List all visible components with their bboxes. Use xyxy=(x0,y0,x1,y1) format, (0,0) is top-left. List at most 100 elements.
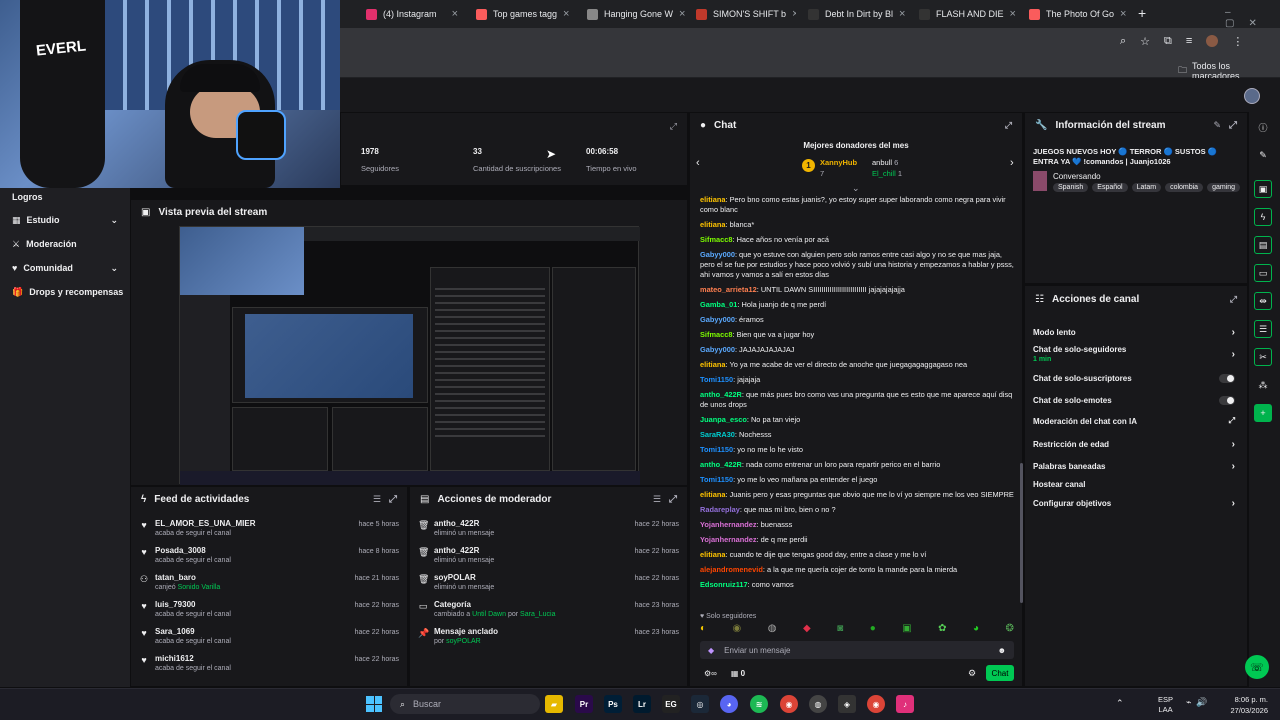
tag-chip[interactable]: Español xyxy=(1092,183,1128,192)
browser-tab[interactable]: (4) Instagram × xyxy=(358,3,466,25)
chat-username[interactable]: Sifmacc8 xyxy=(700,235,732,244)
chat-message[interactable]: Gamba_01: Hola juanjo de q me perdí xyxy=(700,300,1016,310)
clock[interactable]: 8:06 p. m. 27/03/2026 xyxy=(1222,694,1268,716)
chat-username[interactable]: Gamba_01 xyxy=(700,300,737,309)
tools-icon[interactable]: ✂ xyxy=(1254,348,1272,366)
list-icon[interactable]: ☰ xyxy=(1254,320,1272,338)
chat-username[interactable]: alejandromenevid xyxy=(700,565,763,574)
tag-chip[interactable]: gaming xyxy=(1207,183,1241,192)
sidebar-item-estudio[interactable]: ▦ Estudio ⌄ xyxy=(0,210,130,230)
spotify-icon[interactable]: ≋ xyxy=(750,695,768,713)
mod-tools-icon[interactable]: ⚙∞ xyxy=(704,669,717,678)
chat-message[interactable]: Juanpa_esco: No pa tan viejo xyxy=(700,415,1016,425)
photoshop-icon[interactable]: Ps xyxy=(604,695,622,713)
emote-picker-icon[interactable]: ☻ xyxy=(998,646,1006,655)
chat-icon[interactable]: ▭ xyxy=(1254,264,1272,282)
chat-username[interactable]: antho_422R xyxy=(700,390,742,399)
chat-username[interactable]: Radareplay xyxy=(700,505,740,514)
chat-message[interactable]: Sifmacc8: Bien que va a jugar hoy xyxy=(700,330,1016,340)
bookmark-star-icon[interactable]: ☆ xyxy=(1140,35,1150,48)
chat-message[interactable]: alejandromenevid: a la que me quería coj… xyxy=(700,565,1016,575)
app-pink-icon[interactable]: ♪ xyxy=(896,695,914,713)
feed-item[interactable]: 📌 Mensaje anclado por soyPOLAR hace 23 hora… xyxy=(418,627,679,653)
zoom-icon[interactable]: ⌕ xyxy=(1120,35,1126,48)
chat-message[interactable]: elitiana: Juanis pero y esas preguntas q… xyxy=(700,490,1016,500)
chat-username[interactable]: elitiana xyxy=(700,490,725,499)
channel-action-7[interactable]: Hostear canal xyxy=(1033,476,1235,492)
obs-icon[interactable]: ◍ xyxy=(809,695,827,713)
start-button[interactable] xyxy=(366,696,382,712)
popout-icon[interactable]: ⤢ xyxy=(1230,294,1237,305)
browser-tab[interactable]: The Photo Of Go × xyxy=(1021,3,1129,25)
chrome-icon[interactable]: ◉ xyxy=(780,695,798,713)
chat-username[interactable]: Gabyy000 xyxy=(700,250,735,259)
channel-action-6[interactable]: Palabras baneadas › xyxy=(1033,458,1235,474)
feed-item[interactable]: 🗑 soyPOLAR eliminó un mensaje hace 22 horas xyxy=(418,573,679,599)
chat-message[interactable]: mateo_arrieta12: UNTIL DAWN SIIIIIIIIIII… xyxy=(700,285,1016,295)
popout-icon[interactable]: ⤢ xyxy=(1005,120,1012,131)
chat-username[interactable]: elitiana xyxy=(700,220,725,229)
tray-icons[interactable]: ⌁🔊 xyxy=(1186,697,1213,708)
channel-action-2[interactable]: Chat de solo-suscriptores xyxy=(1033,370,1235,386)
channel-action-3[interactable]: Chat de solo-emotes xyxy=(1033,392,1235,408)
chat-username[interactable]: Yojanhernandez xyxy=(700,535,757,544)
chat-message[interactable]: Gabyy000: que yo estuve con alguien pero… xyxy=(700,250,1016,280)
profile-avatar[interactable] xyxy=(1206,35,1219,47)
feed-item[interactable]: ♥ Posada_3008 acaba de seguir el canal hace… xyxy=(139,546,399,572)
feed-item[interactable]: 🗑 antho_422R eliminó un mensaje hace 22 hor… xyxy=(418,546,679,572)
close-tab-icon[interactable]: × xyxy=(1120,8,1126,20)
donor-1[interactable]: XannyHub 7 xyxy=(820,157,857,179)
chat-message[interactable]: antho_422R: que más pues bro como vas un… xyxy=(700,390,1016,410)
doc-icon[interactable]: ▤ xyxy=(1254,236,1272,254)
edit-icon[interactable]: ✎ xyxy=(1213,120,1221,131)
feed-item[interactable]: 🗑 antho_422R eliminó un mensaje hace 22 hor… xyxy=(418,519,679,545)
new-tab-button[interactable]: + xyxy=(1138,5,1146,21)
chat-message[interactable]: Tomi1150: jajajaja xyxy=(700,375,1016,385)
pen-icon[interactable]: ✎ xyxy=(1254,146,1272,164)
epic-games-icon[interactable]: EG xyxy=(662,695,680,713)
emote-icon[interactable]: ◍ xyxy=(768,623,777,637)
emote-icon[interactable]: ▣ xyxy=(902,623,911,637)
chat-message[interactable]: Radareplay: que mas mi bro, bien o no ? xyxy=(700,505,1016,515)
menu-icon[interactable]: ⋮ xyxy=(1232,35,1243,48)
filter-icon[interactable]: ☰ xyxy=(653,494,661,505)
lightroom-icon[interactable]: Lr xyxy=(633,695,651,713)
chat-message[interactable]: Yojanhernandez: buenasss xyxy=(700,520,1016,530)
chat-message[interactable]: elitiana: Yo ya me acabe de ver el direc… xyxy=(700,360,1016,370)
chat-message[interactable]: SaraRA30: Nochesss xyxy=(700,430,1016,440)
emote-icon[interactable]: ◕ xyxy=(973,623,979,637)
chat-message[interactable]: elitiana: Pero bno como estas juanis?, y… xyxy=(700,195,1016,215)
media-icon[interactable]: ≡ xyxy=(1186,35,1192,48)
sidebar-item-logros[interactable]: Logros xyxy=(0,187,130,207)
expand-icon[interactable]: ⌄ xyxy=(852,183,860,194)
extensions-icon[interactable]: ⧉ xyxy=(1164,35,1172,48)
chrome-profile-icon[interactable]: ◉ xyxy=(867,695,885,713)
language-indicator[interactable]: ESP LAA xyxy=(1158,695,1173,715)
bits-icon[interactable]: ◆ xyxy=(708,646,714,655)
user-avatar[interactable] xyxy=(1244,88,1260,104)
emote-icon[interactable]: ❂ xyxy=(1006,623,1014,637)
discord-icon[interactable]: ◕ xyxy=(720,695,738,713)
sidebar-item-moderación[interactable]: ⚔ Moderación xyxy=(0,234,130,254)
tag-chip[interactable]: colombia xyxy=(1165,183,1204,192)
chat-username[interactable]: Tomi1150 xyxy=(700,375,733,384)
taskbar-search[interactable]: ⌕ Buscar xyxy=(390,694,540,714)
browser-tab[interactable]: SIMON'S SHIFT b × xyxy=(688,3,796,25)
chat-username[interactable]: mateo_arrieta12 xyxy=(700,285,757,294)
points-display[interactable]: ▦ 0 xyxy=(731,669,745,678)
chat-message[interactable]: elitiana: cuando te dije que tengas good… xyxy=(700,550,1016,560)
toggle-switch[interactable] xyxy=(1219,373,1235,383)
close-tab-icon[interactable]: × xyxy=(679,8,685,20)
popout-icon[interactable]: ⤢ xyxy=(1229,120,1237,131)
chat-input[interactable]: ◆ Enviar un mensaje ☻ xyxy=(700,641,1014,659)
channel-action-8[interactable]: Configurar objetivos › xyxy=(1033,495,1235,511)
bolt-icon[interactable]: ϟ xyxy=(1254,208,1272,226)
filter-icon[interactable]: ☰ xyxy=(373,494,381,505)
close-tab-icon[interactable]: × xyxy=(452,8,458,20)
app-icon[interactable]: ◈ xyxy=(838,695,856,713)
share-icon[interactable]: ⁂ xyxy=(1254,376,1272,394)
feed-item[interactable]: ▭ Categoría cambiado a Until Dawn por Sara… xyxy=(418,600,679,626)
help-chat-icon[interactable]: ☏ xyxy=(1245,655,1269,679)
add-widget-icon[interactable]: + xyxy=(1254,404,1272,422)
chat-username[interactable]: elitiana xyxy=(700,550,725,559)
